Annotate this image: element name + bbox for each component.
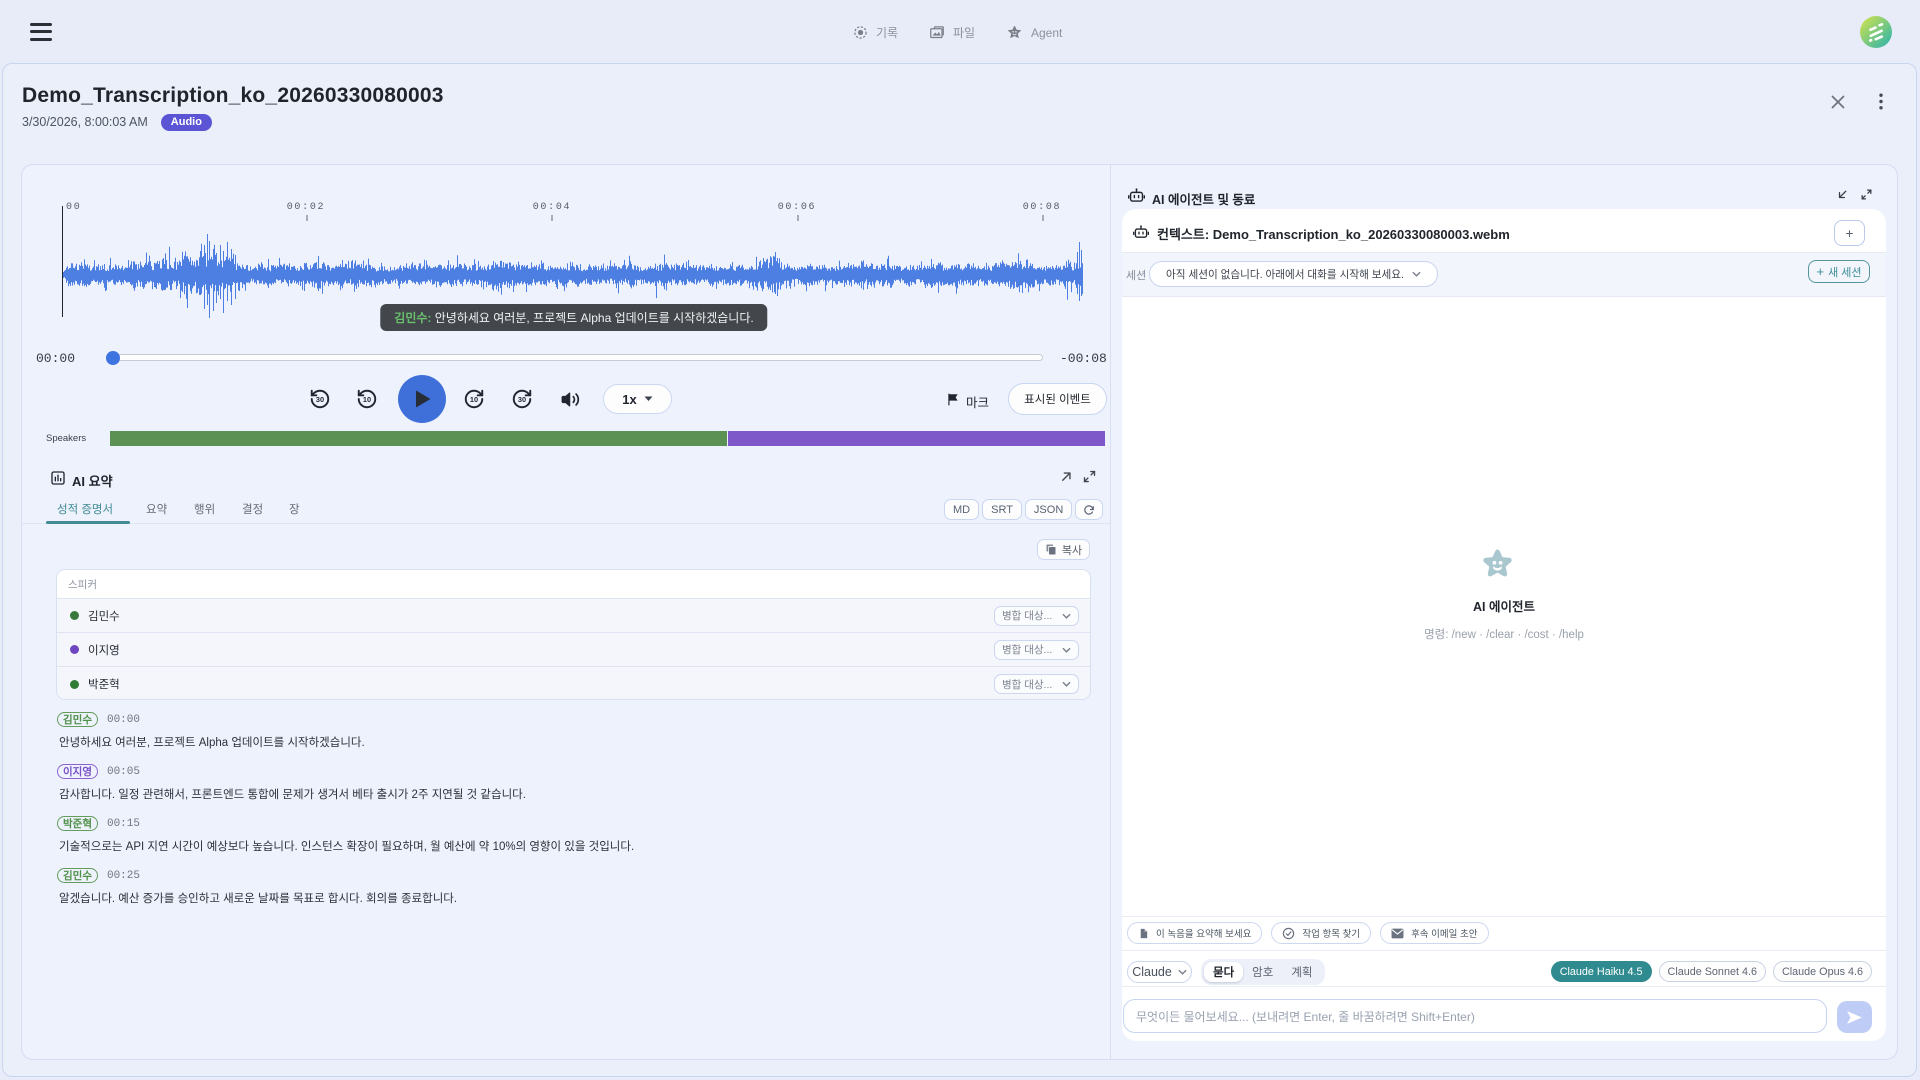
- svg-text:30: 30: [316, 395, 324, 404]
- svg-text:30: 30: [518, 395, 526, 404]
- svg-text:10: 10: [363, 395, 371, 404]
- svg-text:10: 10: [470, 395, 478, 404]
